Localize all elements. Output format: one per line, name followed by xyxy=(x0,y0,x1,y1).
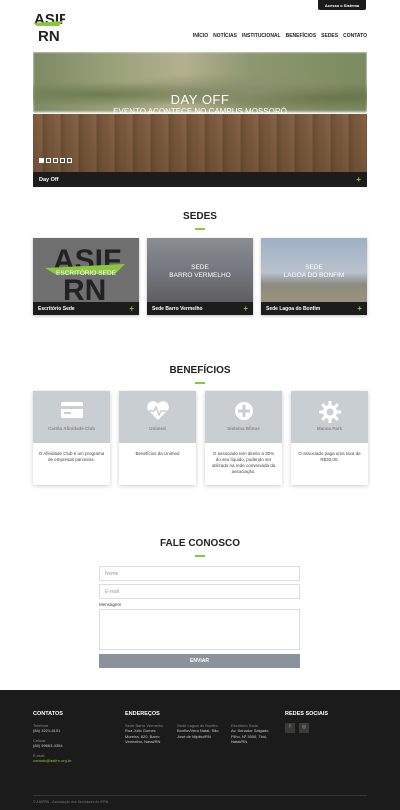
sede-caption-bar: Escritório Sede + xyxy=(33,302,139,315)
contact-email-link[interactable]: contato@asifrn.org.br xyxy=(33,758,103,764)
sedes-heading: SEDES xyxy=(183,211,217,222)
sede-overlay-label: SEDE LAGOA DO BONFIM xyxy=(283,264,345,279)
credit-card-icon xyxy=(60,402,83,418)
copyright: © ASIFRN - Associação dos Servidores do … xyxy=(33,795,367,804)
nav-beneficios[interactable]: BENEFÍCIOS xyxy=(286,33,317,39)
plus-icon[interactable]: + xyxy=(357,304,362,313)
message-textarea[interactable] xyxy=(99,609,300,650)
email-field[interactable]: E-mail xyxy=(99,584,300,599)
asif-logo[interactable]: ASIF RN xyxy=(33,9,68,45)
hero-caption: Day Off xyxy=(39,176,59,183)
email-placeholder: E-mail xyxy=(105,588,120,595)
slider-dot[interactable] xyxy=(46,158,51,163)
beneficio-desc: O Afinidade Club é um programa de empres… xyxy=(38,451,105,462)
slider-dot[interactable] xyxy=(60,158,65,163)
footer-heading: CONTATOS xyxy=(33,711,63,717)
name-field[interactable]: Nome xyxy=(99,566,300,581)
footer: CONTATOS Telefone (84) 3221-6101 Celular… xyxy=(0,690,400,810)
logo-mark: ASIF RN xyxy=(33,11,68,45)
heading-divider xyxy=(195,228,205,230)
hero-caption-bar[interactable]: Day Off + xyxy=(33,172,367,187)
beneficio-card[interactable]: Manoa Park O associado paga uma taxa de … xyxy=(291,391,368,485)
nav-contato[interactable]: CONTATO xyxy=(343,33,367,39)
sede-card-barro-vermelho[interactable]: SEDE BARRO VERMELHO Sede Barro Vermelho … xyxy=(147,238,253,315)
footer-contatos: CONTATOS Telefone (84) 3221-6101 Celular… xyxy=(33,711,103,764)
slider-dot[interactable] xyxy=(67,158,72,163)
beneficios-heading: BENEFÍCIOS xyxy=(169,365,231,376)
beneficio-card[interactable]: Cartão Afinidade Club O Afinidade Club é… xyxy=(33,391,110,485)
address-block: Escritório Sede Av. Senador Salgado Filh… xyxy=(231,722,269,745)
access-system-button[interactable]: Acesso o Sistema xyxy=(318,0,366,10)
sede-overlay-label: SEDE BARRO VERMELHO xyxy=(169,264,231,279)
instagram-icon[interactable]: ◎ xyxy=(299,722,309,733)
footer-social: REDES SOCIAIS f ◎ xyxy=(285,711,365,733)
beneficio-desc: O associado tem direito a 30% do seu líq… xyxy=(211,451,276,474)
send-button[interactable]: ENVIAR xyxy=(99,654,300,668)
beneficio-name: Sistema Bônus xyxy=(227,426,260,431)
sede-name: Sede Barro Vermelho xyxy=(152,305,203,312)
hero-title: DAY OFF xyxy=(170,92,230,107)
nav-inicio[interactable]: INÍCIO xyxy=(193,33,208,39)
beneficio-name: Manoa Park xyxy=(316,426,343,431)
slider-dot[interactable] xyxy=(53,158,58,163)
hero-slider[interactable]: DAY OFF EVENTO ACONTECE NO CAMPUS MOSSOR… xyxy=(33,52,367,187)
plus-circle-icon xyxy=(234,402,253,420)
sede-caption-bar: Sede Barro Vermelho + xyxy=(147,302,253,315)
address-block: Sede Lagoa do Bonfim Bonfim/Vera Natal, … xyxy=(177,722,219,739)
footer-enderecos: ENDEREÇOS Sede Barro Vermelho Rua Júlio … xyxy=(125,711,280,745)
beneficio-desc: O associado paga uma taxa de R$30,00. xyxy=(298,451,361,462)
sede-caption-bar: Sede Lagoa do Bonfim + xyxy=(261,302,367,315)
message-label: Mensagem xyxy=(99,602,122,607)
contact-heading: FALE CONOSCO xyxy=(159,538,240,549)
sede-name: Escritório Sede xyxy=(38,305,75,312)
hero-subtitle: EVENTO ACONTECE NO CAMPUS MOSSORÓ xyxy=(113,107,287,116)
beneficio-card[interactable]: Unimed Benefícios da Unimed xyxy=(119,391,196,485)
sede-name: Sede Lagoa do Bonfim xyxy=(266,305,321,312)
gear-icon xyxy=(318,401,341,423)
heart-pulse-icon xyxy=(146,401,169,420)
sede-overlay-label: ESCRITÓRIO SEDE xyxy=(56,270,116,277)
footer-heading: ENDEREÇOS xyxy=(125,711,160,717)
name-placeholder: Nome xyxy=(105,570,119,577)
plus-icon[interactable]: + xyxy=(356,175,361,184)
beneficio-card[interactable]: Sistema Bônus O associado tem direito a … xyxy=(205,391,282,485)
beneficio-desc: Benefícios da Unimed xyxy=(135,451,180,456)
footer-heading: REDES SOCIAIS xyxy=(285,711,329,717)
beneficio-name: Cartão Afinidade Club xyxy=(47,426,96,431)
address-block: Sede Barro Vermelho Rua Júlio Gomes More… xyxy=(125,722,164,745)
slider-dots xyxy=(39,158,72,163)
heading-divider xyxy=(195,382,205,384)
nav-institucional[interactable]: INSTITUCIONAL xyxy=(242,33,281,39)
plus-icon[interactable]: + xyxy=(129,304,134,313)
main-nav: INÍCIO NOTÍCIAS INSTITUCIONAL BENEFÍCIOS… xyxy=(193,33,367,39)
plus-icon[interactable]: + xyxy=(243,304,248,313)
svg-text:RN: RN xyxy=(38,28,60,43)
nav-noticias[interactable]: NOTÍCIAS xyxy=(213,33,237,39)
heading-divider xyxy=(195,555,205,557)
nav-sedes[interactable]: SEDES xyxy=(321,33,338,39)
facebook-icon[interactable]: f xyxy=(285,722,295,733)
slider-dot[interactable] xyxy=(39,158,44,163)
sede-card-escritorio[interactable]: ASIF RN ESCRITÓRIO SEDE Escritório Sede … xyxy=(33,238,139,315)
sede-card-lagoa-bonfim[interactable]: SEDE LAGOA DO BONFIM Sede Lagoa do Bonfi… xyxy=(261,238,367,315)
beneficio-name: Unimed xyxy=(149,426,166,431)
